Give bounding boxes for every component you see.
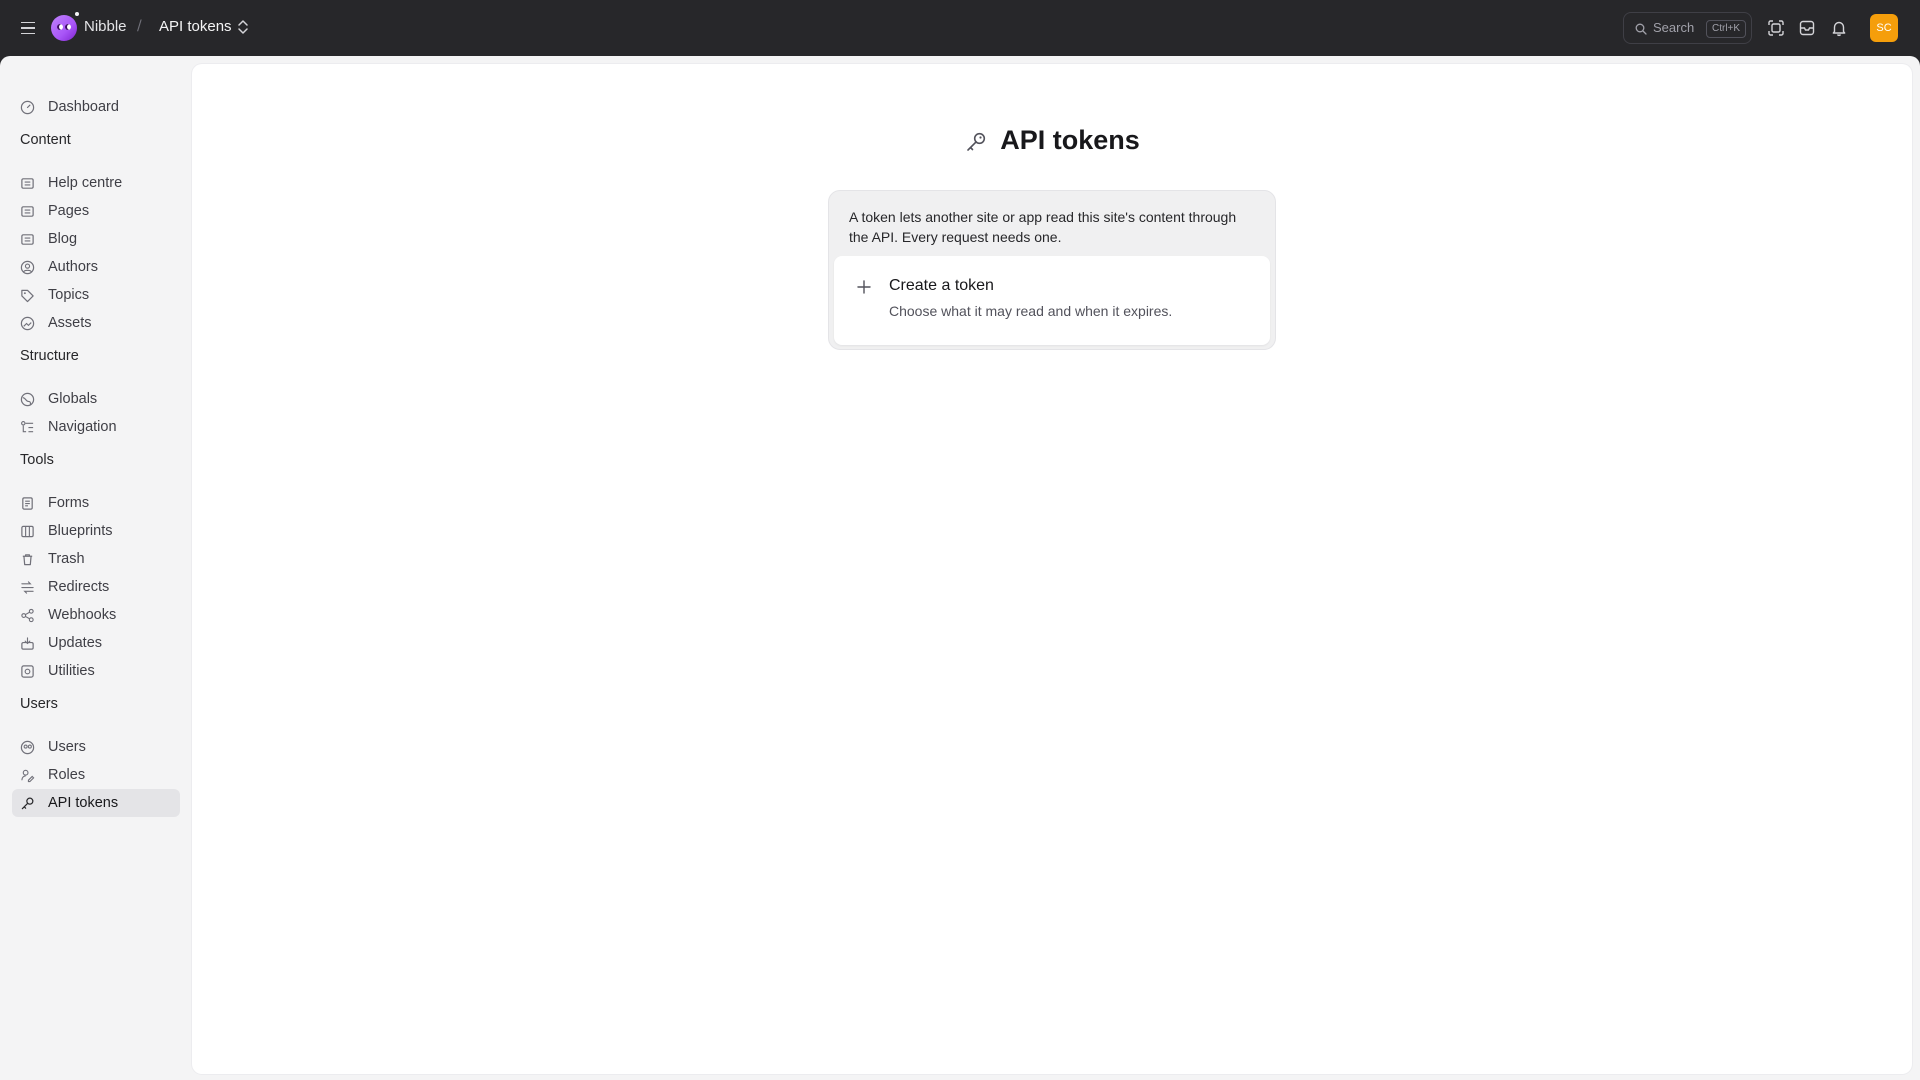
- sidebar-item-label: Blueprints: [48, 523, 113, 539]
- blueprint-icon: [21, 525, 34, 538]
- search-label: Search: [1653, 20, 1695, 35]
- sidebar-item-label: Help centre: [48, 175, 123, 191]
- create-token-button[interactable]: Create a token Choose what it may read a…: [834, 256, 1270, 345]
- sidebar-item-label: Forms: [48, 495, 90, 511]
- sidebar: Dashboard Content Help centre Pages Blog…: [0, 56, 190, 1080]
- webhook-icon: [21, 608, 34, 623]
- sidebar-item-label: Updates: [48, 635, 103, 651]
- trash-icon: [22, 554, 33, 566]
- menu-icon[interactable]: [18, 18, 38, 38]
- sidebar-section-users: Users: [20, 696, 58, 712]
- redirect-icon: [21, 581, 34, 594]
- sidebar-item-topics[interactable]: Topics: [12, 281, 180, 309]
- collection-icon: [21, 178, 34, 189]
- sidebar-item-utilities[interactable]: Utilities: [12, 657, 180, 685]
- sidebar-item-label: Pages: [48, 203, 90, 219]
- collection-icon: [21, 234, 34, 245]
- avatar[interactable]: SC: [1870, 14, 1898, 42]
- sidebar-item-label: Roles: [48, 767, 86, 783]
- tag-icon: [21, 289, 34, 303]
- sidebar-item-blog[interactable]: Blog: [12, 225, 180, 253]
- sidebar-item-dashboard[interactable]: Dashboard: [12, 93, 180, 121]
- sidebar-item-label: Blog: [48, 231, 78, 247]
- sidebar-item-label: Assets: [48, 315, 92, 331]
- roles-icon: [21, 769, 35, 783]
- site-name[interactable]: Nibble: [84, 18, 127, 35]
- page-title-text: API tokens: [1000, 125, 1140, 155]
- sidebar-item-label: Navigation: [48, 419, 117, 435]
- sidebar-item-label: Globals: [48, 391, 98, 407]
- assets-icon: [20, 316, 35, 331]
- sidebar-item-label: Dashboard: [48, 99, 119, 115]
- sidebar-item-label: Users: [48, 739, 86, 755]
- app-shell: Dashboard Content Help centre Pages Blog…: [0, 56, 1920, 1080]
- sidebar-section-content: Content: [20, 132, 71, 148]
- sidebar-item-api-tokens[interactable]: API tokens: [12, 789, 180, 817]
- key-icon: [21, 797, 34, 810]
- form-icon: [22, 497, 33, 510]
- users-icon: [20, 740, 35, 755]
- sidebar-item-help-centre[interactable]: Help centre: [12, 169, 180, 197]
- sidebar-item-updates[interactable]: Updates: [12, 629, 180, 657]
- create-token-subtitle: Choose what it may read and when it expi…: [889, 303, 1173, 319]
- bell-icon[interactable]: [1829, 18, 1849, 38]
- user-circle-icon: [20, 260, 35, 275]
- sidebar-item-forms[interactable]: Forms: [12, 489, 180, 517]
- page-title: API tokens: [964, 125, 1140, 156]
- collection-icon: [21, 206, 34, 217]
- screen-capture-icon[interactable]: [1766, 18, 1786, 38]
- sidebar-item-globals[interactable]: Globals: [12, 385, 180, 413]
- sidebar-item-label: Utilities: [48, 663, 95, 679]
- breadcrumb-separator: /: [137, 18, 142, 34]
- sidebar-section-tools: Tools: [20, 452, 54, 468]
- navigation-icon: [21, 421, 34, 433]
- chevron-updown-icon[interactable]: [236, 18, 250, 36]
- search-button[interactable]: Search Ctrl+K: [1623, 12, 1752, 44]
- create-token-title: Create a token: [889, 277, 994, 294]
- sidebar-section-structure: Structure: [20, 348, 79, 364]
- key-icon: [967, 132, 986, 151]
- sidebar-item-label: API tokens: [48, 795, 119, 811]
- sidebar-item-pages[interactable]: Pages: [12, 197, 180, 225]
- sidebar-item-users[interactable]: Users: [12, 733, 180, 761]
- utilities-icon: [21, 665, 34, 678]
- nibble-logo[interactable]: [51, 12, 79, 41]
- sidebar-item-label: Authors: [48, 259, 98, 275]
- search-icon: [1635, 23, 1647, 35]
- card-intro-text: A token lets another site or app read th…: [849, 209, 1237, 245]
- inbox-icon[interactable]: [1797, 18, 1817, 38]
- breadcrumb-current[interactable]: API tokens: [159, 18, 232, 35]
- page-header: API tokens: [192, 125, 1912, 156]
- sidebar-item-label: Webhooks: [48, 607, 117, 623]
- plus-icon: [857, 280, 871, 294]
- api-tokens-card: A token lets another site or app read th…: [828, 190, 1276, 350]
- updates-icon: [21, 637, 34, 650]
- sidebar-item-navigation[interactable]: Navigation: [12, 413, 180, 441]
- sidebar-item-roles[interactable]: Roles: [12, 761, 180, 789]
- sidebar-item-label: Redirects: [48, 579, 110, 595]
- sidebar-item-label: Trash: [48, 551, 85, 567]
- sidebar-item-webhooks[interactable]: Webhooks: [12, 601, 180, 629]
- sidebar-item-assets[interactable]: Assets: [12, 309, 180, 337]
- search-shortcut: Ctrl+K: [1706, 20, 1747, 38]
- top-bar: Nibble / API tokens Search Ctrl+K SC: [0, 0, 1920, 56]
- globe-icon: [20, 392, 35, 407]
- sidebar-item-authors[interactable]: Authors: [12, 253, 180, 281]
- sidebar-item-blueprints[interactable]: Blueprints: [12, 517, 180, 545]
- sidebar-item-redirects[interactable]: Redirects: [12, 573, 180, 601]
- dashboard-icon: [20, 100, 35, 115]
- main-panel: API tokens A token lets another site or …: [192, 64, 1912, 1074]
- sidebar-item-label: Topics: [48, 287, 90, 303]
- sidebar-item-trash[interactable]: Trash: [12, 545, 180, 573]
